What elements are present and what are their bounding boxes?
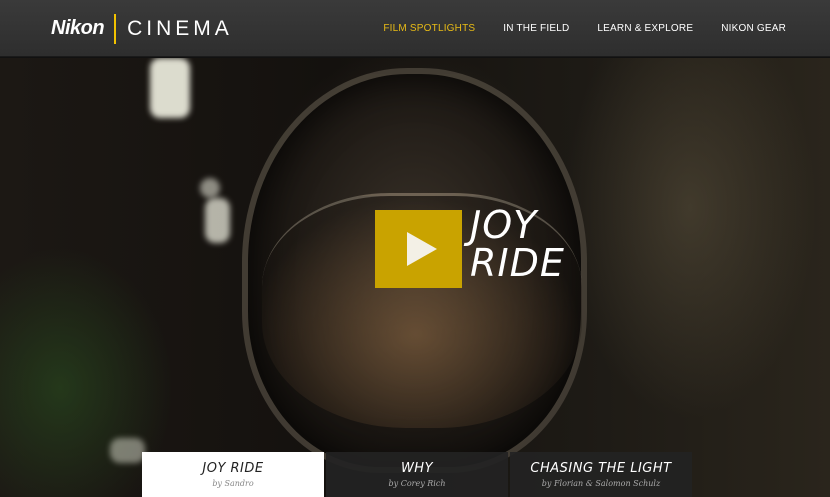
- nav-film-spotlights[interactable]: FILM SPOTLIGHTS: [383, 23, 475, 34]
- brand[interactable]: Nikon CINEMA: [51, 0, 233, 57]
- nav-learn-explore[interactable]: LEARN & EXPLORE: [597, 23, 693, 34]
- tab-title: CHASING THE LIGHT: [530, 461, 672, 476]
- tab-title: WHY: [400, 461, 434, 476]
- play-button[interactable]: [375, 210, 462, 288]
- film-tabs: JOY RIDE by Sandro WHY by Corey Rich CHA…: [142, 452, 694, 497]
- site-header: Nikon CINEMA FILM SPOTLIGHTS IN THE FIEL…: [0, 0, 830, 57]
- nav-in-the-field[interactable]: IN THE FIELD: [503, 23, 569, 34]
- hero-title-line1: JOY: [470, 203, 538, 247]
- tab-joy-ride[interactable]: JOY RIDE by Sandro: [142, 452, 324, 497]
- nav-nikon-gear[interactable]: NIKON GEAR: [721, 23, 786, 34]
- main-nav: FILM SPOTLIGHTS IN THE FIELD LEARN & EXP…: [355, 0, 786, 57]
- brand-subtitle[interactable]: CINEMA: [127, 17, 233, 41]
- tab-title: JOY RIDE: [202, 461, 264, 476]
- tab-byline: by Florian & Salomon Schulz: [541, 479, 661, 488]
- tab-chasing-the-light[interactable]: CHASING THE LIGHT by Florian & Salomon S…: [510, 452, 692, 497]
- background-light: [150, 58, 190, 118]
- hero-video[interactable]: JOY RIDE: [0, 58, 830, 497]
- background-light: [110, 438, 145, 463]
- hero-title[interactable]: JOY RIDE: [470, 206, 565, 282]
- tab-why[interactable]: WHY by Corey Rich: [326, 452, 508, 497]
- background-light: [200, 178, 220, 198]
- hero-title-line2: RIDE: [470, 241, 565, 285]
- background-light: [205, 198, 230, 243]
- brand-divider: [114, 13, 117, 44]
- nikon-logo[interactable]: Nikon: [51, 17, 105, 40]
- tab-byline: by Corey Rich: [388, 479, 446, 488]
- tab-byline: by Sandro: [212, 479, 254, 488]
